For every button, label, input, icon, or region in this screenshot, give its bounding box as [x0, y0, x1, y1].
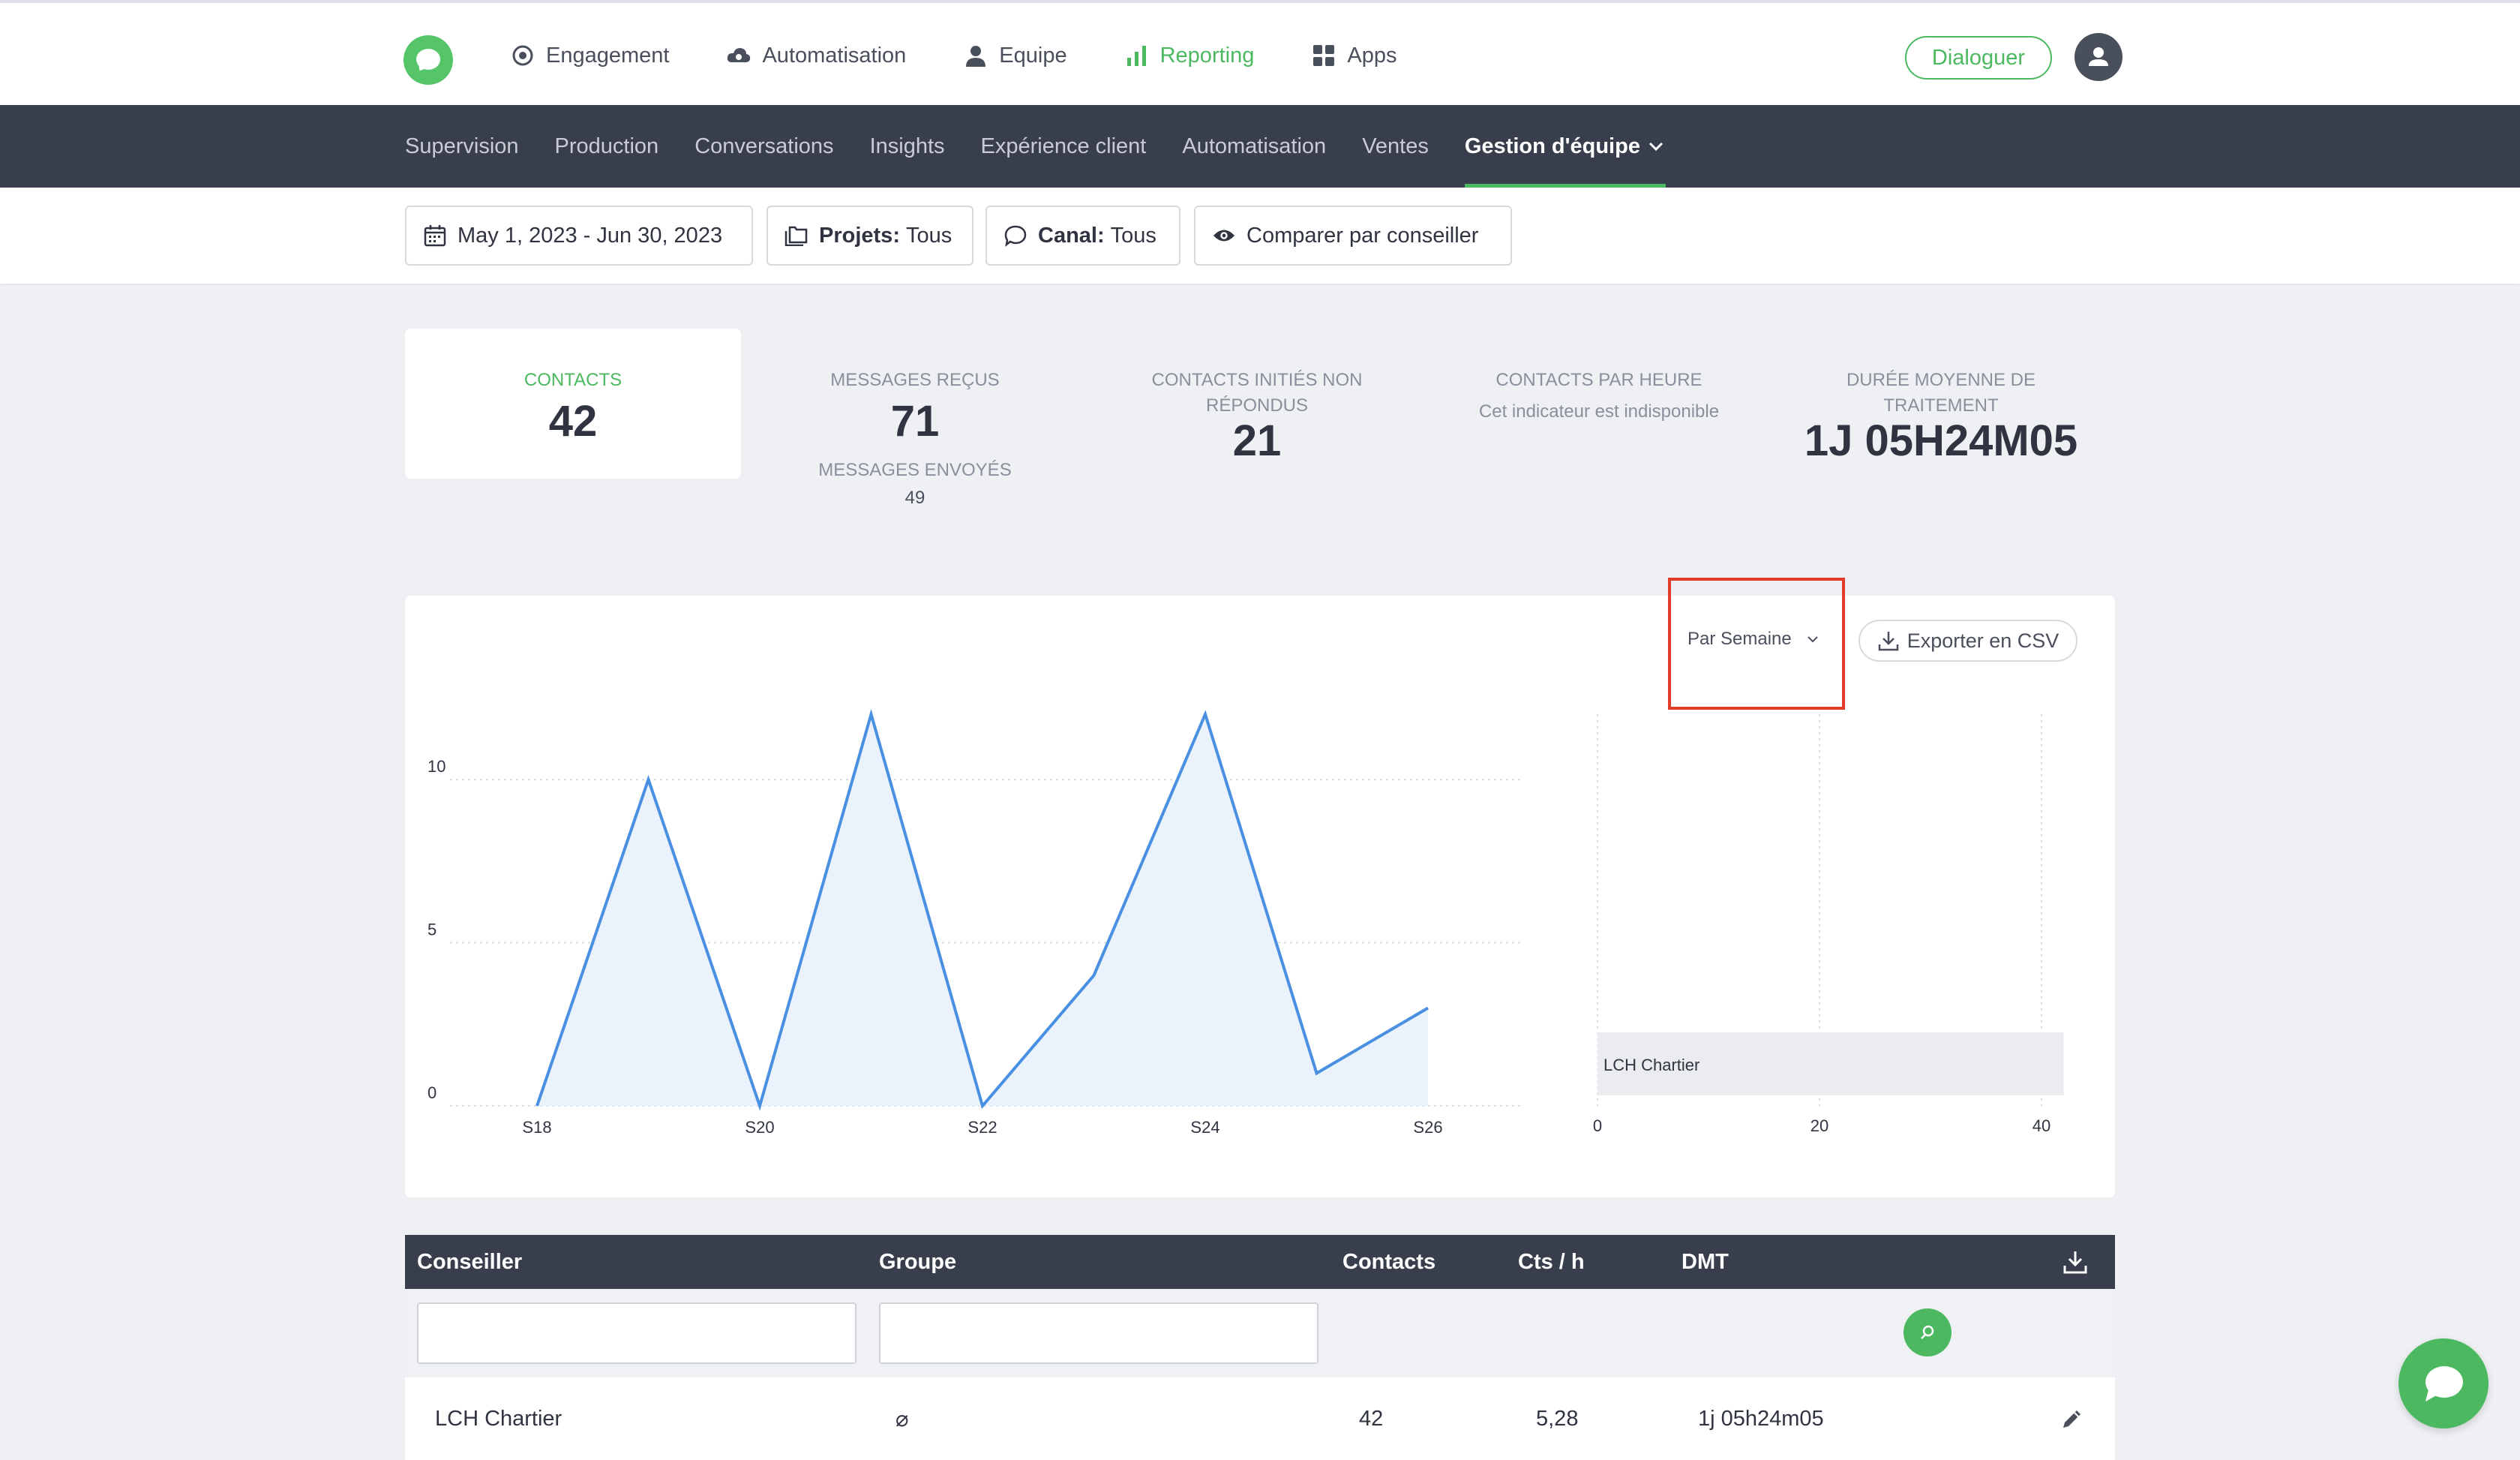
area-fill [537, 714, 1428, 1106]
download-icon [2063, 1251, 2087, 1274]
column-header-groupe[interactable]: Groupe [879, 1235, 956, 1289]
x-tick-label: 20 [1810, 1116, 1828, 1135]
column-header-dmt[interactable]: DMT [1682, 1235, 1729, 1289]
chat-bubble-icon [2426, 1366, 2463, 1401]
x-tick-label: S24 [1190, 1118, 1220, 1137]
conseiller-filter-input[interactable] [417, 1302, 856, 1364]
table-header: Conseiller Groupe Contacts Cts / h DMT [405, 1235, 2115, 1289]
table-search-button[interactable] [1904, 1308, 1952, 1356]
x-tick-label: 40 [2032, 1116, 2050, 1135]
granularity-value: Par Semaine [1688, 629, 1792, 649]
chat-widget-button[interactable] [2398, 1338, 2488, 1428]
x-tick-label: S26 [1413, 1118, 1442, 1137]
table-row[interactable]: LCH Chartier ⌀ 42 5,28 1j 05h24m05 [405, 1377, 2115, 1460]
column-header-contacts[interactable]: Contacts [1342, 1235, 1436, 1289]
download-icon [1878, 632, 1898, 651]
y-tick-label: 0 [428, 1083, 436, 1102]
groupe-filter-input[interactable] [879, 1302, 1318, 1364]
bar-category-label: LCH Chartier [1604, 1056, 1700, 1074]
edit-row-button[interactable] [2060, 1377, 2085, 1460]
table-filter-row [405, 1289, 2115, 1377]
cell-contacts: 42 [1359, 1406, 1384, 1431]
cell-cts-h: 5,28 [1536, 1406, 1579, 1431]
column-header-conseiller[interactable]: Conseiller [417, 1235, 522, 1289]
x-tick-label: S18 [522, 1118, 551, 1137]
cell-groupe: ⌀ [896, 1407, 909, 1431]
chevron-down-icon [1808, 636, 1818, 643]
column-header-cts-h[interactable]: Cts / h [1518, 1235, 1585, 1289]
cell-conseiller: LCH Chartier [435, 1406, 562, 1431]
y-tick-label: 5 [428, 921, 436, 939]
granularity-select[interactable]: Par Semaine [1688, 629, 1820, 650]
export-csv-button[interactable]: Exporter en CSV [1858, 620, 2078, 662]
x-tick-label: S22 [968, 1118, 997, 1137]
export-csv-label: Exporter en CSV [1906, 629, 2060, 652]
cell-dmt: 1j 05h24m05 [1698, 1406, 1824, 1431]
pencil-icon [2063, 1410, 2080, 1428]
y-tick-label: 10 [428, 757, 446, 776]
search-icon [1921, 1325, 1934, 1339]
x-tick-label: 0 [1593, 1116, 1602, 1135]
download-table-button[interactable] [2062, 1235, 2088, 1289]
x-tick-label: S20 [745, 1118, 774, 1137]
